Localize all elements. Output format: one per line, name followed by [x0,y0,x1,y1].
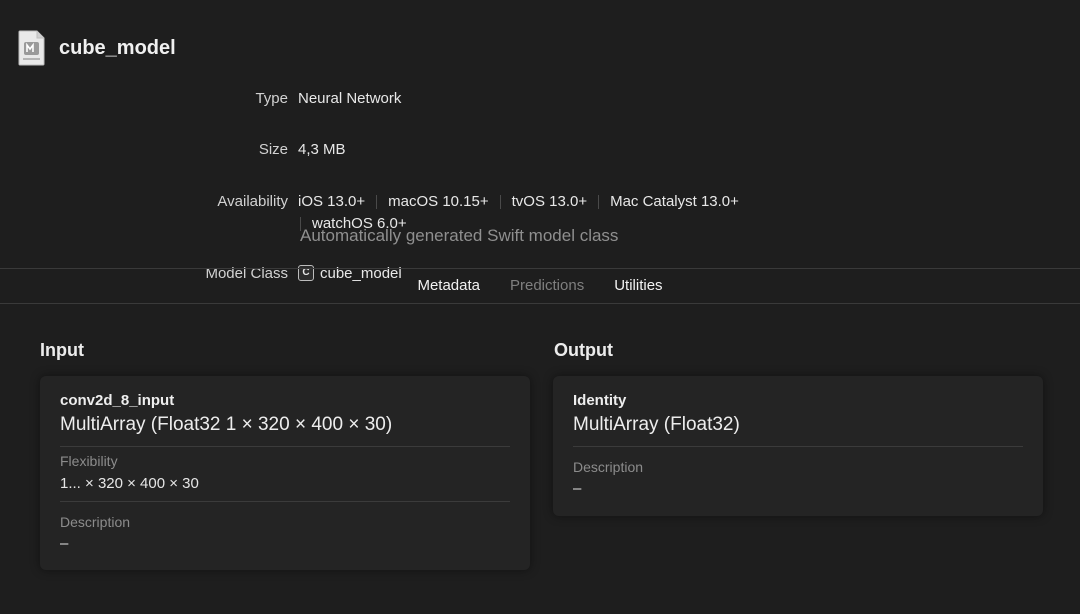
input-section-title: Input [40,340,84,360]
availability-list: iOS 13.0+ macOS 10.15+ tvOS 13.0+ Mac Ca… [298,193,739,210]
model-header: cube_model [18,30,176,66]
tab-metadata[interactable]: Metadata [402,277,495,294]
divider [60,501,510,502]
model-detail-page: cube_model Type Neural Network Size 4,3 … [0,0,1080,614]
model-class-description: Automatically generated Swift model clas… [300,226,619,245]
divider [0,268,1080,269]
flexibility-value: 1... × 320 × 400 × 30 [60,475,199,492]
output-description-value: – [573,480,582,497]
divider [60,446,510,447]
tab-bar: Metadata Predictions Utilities [0,277,1080,294]
type-label: Type [255,90,288,107]
separator [598,194,600,209]
flexibility-label: Flexibility [60,453,118,469]
separator [376,194,378,209]
availability-label: Availability [217,193,288,210]
tab-predictions[interactable]: Predictions [495,277,599,294]
output-description-label: Description [573,459,644,475]
type-row: Type Neural Network [0,90,1080,110]
input-description-label: Description [60,514,131,530]
divider [0,303,1080,304]
input-type: MultiArray (Float32 1 × 320 × 400 × 30) [60,414,393,435]
model-info: Type Neural Network Size 4,3 MB Availabi… [0,88,1080,282]
availability-mac-catalyst: Mac Catalyst 13.0+ [610,193,739,210]
page-title: cube_model [59,36,176,59]
output-card: Identity MultiArray (Float32) Descriptio… [553,376,1043,516]
output-section-title: Output [554,340,613,360]
size-label: Size [258,141,288,158]
tab-utilities[interactable]: Utilities [599,277,677,294]
size-row: Size 4,3 MB [0,141,1080,161]
type-value: Neural Network [298,90,402,107]
availability-row: Availability iOS 13.0+ macOS 10.15+ tvOS… [0,193,1080,232]
input-description-value: – [60,535,69,552]
divider [573,446,1023,447]
mlmodel-file-icon [18,30,45,66]
input-card: conv2d_8_input MultiArray (Float32 1 × 3… [40,376,530,570]
availability-ios: iOS 13.0+ [298,193,366,210]
size-value: 4,3 MB [298,141,346,158]
availability-tvos: tvOS 13.0+ [511,193,588,210]
separator [499,194,501,209]
output-type: MultiArray (Float32) [573,414,740,435]
output-name: Identity [573,392,627,409]
availability-macos: macOS 10.15+ [388,193,489,210]
input-name: conv2d_8_input [60,392,175,409]
